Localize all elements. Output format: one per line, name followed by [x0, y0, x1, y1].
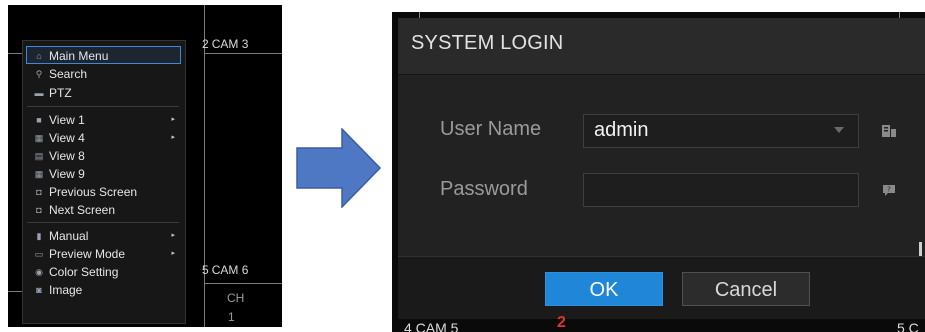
menu-item-label: Previous Screen: [49, 185, 138, 199]
keyboard-icon[interactable]: [882, 125, 896, 137]
menu-item-label: View 4: [49, 131, 85, 145]
search-icon: ⚲: [35, 69, 43, 79]
manual-icon: ▮: [36, 231, 42, 241]
channel-label: CH: [227, 291, 245, 305]
camera-number: 5: [202, 263, 209, 277]
username-select[interactable]: admin: [583, 114, 859, 148]
menu-item-previous-screen[interactable]: ◘ Previous Screen: [23, 183, 183, 201]
menu-separator: [27, 222, 179, 223]
chevron-down-icon: [834, 127, 844, 133]
background-red-marker: 2: [557, 314, 566, 331]
camera-label-top: 2 CAM 3: [202, 37, 248, 51]
menu-item-view-1[interactable]: ■ View 1 ▸: [23, 111, 183, 129]
menu-item-next-screen[interactable]: ◘ Next Screen: [23, 201, 183, 219]
previous-screen-icon: ◘: [36, 187, 42, 197]
dvr-live-view: 2 CAM 3 5 CAM 6 CH 1 ⌂ Main Menu ⚲ Search …: [8, 5, 282, 327]
image-icon: ◙: [36, 285, 42, 295]
next-screen-icon: ◘: [36, 205, 42, 215]
preview-mode-icon: ▭: [34, 249, 44, 259]
channel-number: 1: [228, 310, 235, 324]
menu-item-view-4[interactable]: ▦ View 4 ▸: [23, 129, 183, 147]
camera-number: 2: [202, 37, 209, 51]
context-menu: ⌂ Main Menu ⚲ Search ▬ PTZ ■ View 1 ▸ ▦ …: [22, 40, 186, 324]
menu-item-view-9[interactable]: ▦ View 9: [23, 165, 183, 183]
color-setting-icon: ◉: [35, 267, 43, 277]
menu-item-label: Image: [49, 283, 83, 297]
menu-item-label: Preview Mode: [49, 247, 126, 261]
username-label: User Name: [440, 118, 542, 140]
menu-item-color-setting[interactable]: ◉ Color Setting: [23, 263, 183, 281]
menu-item-manual[interactable]: ▮ Manual ▸: [23, 227, 183, 245]
view1-icon: ■: [36, 115, 42, 125]
ok-button[interactable]: OK: [545, 272, 663, 306]
menu-item-label: PTZ: [49, 86, 72, 100]
menu-item-label: Main Menu: [49, 49, 109, 63]
menu-item-preview-mode[interactable]: ▭ Preview Mode ▸: [23, 245, 183, 263]
menu-item-main-menu[interactable]: ⌂ Main Menu: [26, 46, 181, 64]
background-camera-label-right: 5 C: [897, 320, 919, 332]
menu-item-label: View 8: [49, 149, 85, 163]
dialog-title: SYSTEM LOGIN: [411, 32, 564, 54]
menu-item-ptz[interactable]: ▬ PTZ: [23, 84, 183, 102]
password-hint-icon[interactable]: ?: [882, 184, 896, 196]
camera-label-bottom: 5 CAM 6: [202, 263, 248, 277]
scroll-handle: [919, 242, 922, 256]
svg-text:?: ?: [887, 186, 891, 194]
password-label: Password: [440, 178, 528, 200]
system-login-dialog: SYSTEM LOGIN User Name admin Password ? …: [398, 18, 925, 319]
menu-item-label: Next Screen: [49, 203, 116, 217]
background-camera-label: 4 CAM 5: [404, 320, 459, 332]
menu-item-image[interactable]: ◙ Image: [23, 281, 183, 299]
view8-icon: ▤: [34, 151, 44, 161]
view4-icon: ▦: [34, 133, 44, 143]
grid-divider-horizontal-top: [204, 53, 282, 54]
menu-item-label: Search: [49, 67, 88, 81]
home-icon: ⌂: [36, 51, 42, 61]
ptz-icon: ▬: [34, 88, 44, 98]
grid-divider-horizontal-left-bottom: [8, 291, 22, 292]
right-arrow-icon: [296, 128, 382, 208]
password-field[interactable]: [583, 173, 859, 207]
menu-item-label: Manual: [49, 229, 89, 243]
menu-item-view-8[interactable]: ▤ View 8: [23, 147, 183, 165]
grid-divider-horizontal-bottom: [204, 283, 282, 284]
menu-item-label: Color Setting: [49, 265, 119, 279]
cancel-button[interactable]: Cancel: [682, 272, 810, 306]
grid-divider-horizontal-left: [8, 53, 22, 54]
submenu-arrow-icon: ▸: [171, 232, 175, 239]
menu-item-search[interactable]: ⚲ Search: [23, 65, 183, 83]
login-screen: SYSTEM LOGIN User Name admin Password ? …: [392, 12, 925, 332]
camera-name: CAM 6: [211, 263, 249, 277]
submenu-arrow-icon: ▸: [171, 250, 175, 257]
menu-item-label: View 9: [49, 167, 85, 181]
camera-name: CAM 3: [211, 37, 249, 51]
menu-separator: [27, 106, 179, 107]
submenu-arrow-icon: ▸: [171, 116, 175, 123]
dialog-header: SYSTEM LOGIN: [398, 18, 925, 75]
submenu-arrow-icon: ▸: [171, 134, 175, 141]
username-value: admin: [594, 119, 649, 141]
view9-icon: ▦: [34, 169, 44, 179]
menu-item-label: View 1: [49, 113, 85, 127]
